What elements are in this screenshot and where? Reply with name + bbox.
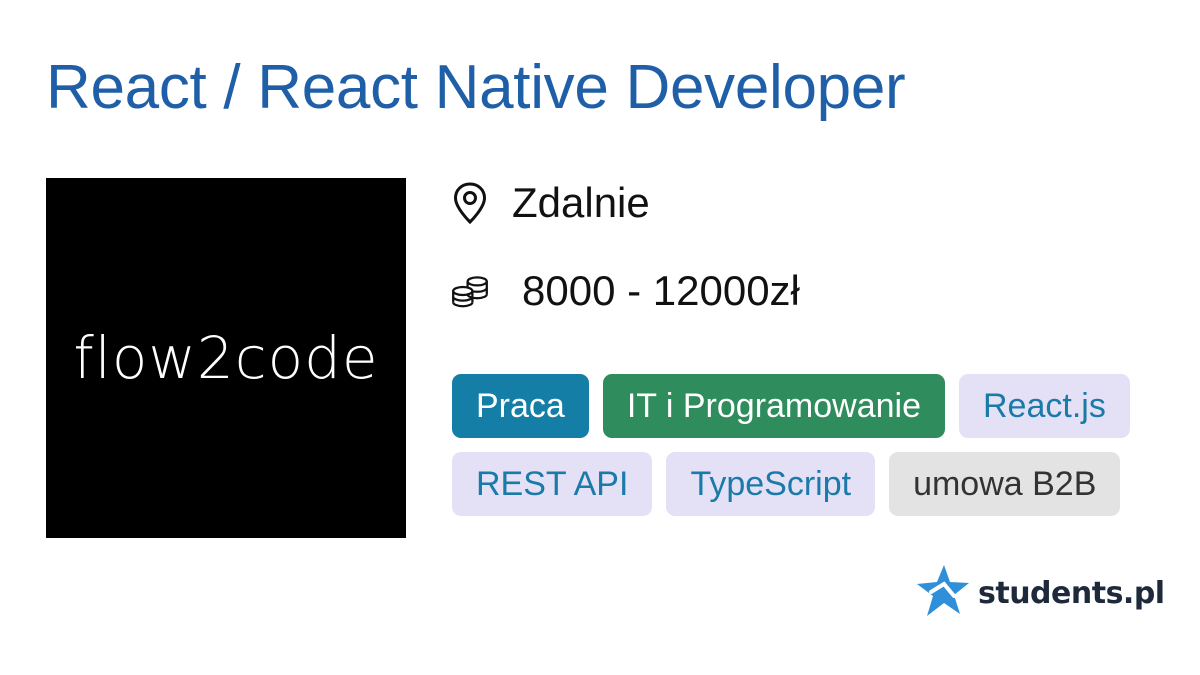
company-logo[interactable]: flow2code bbox=[46, 178, 406, 538]
tag-typescript[interactable]: TypeScript bbox=[666, 452, 876, 516]
brand-logo[interactable]: students.pl bbox=[914, 562, 1165, 625]
tag-react-js[interactable]: React.js bbox=[959, 374, 1130, 438]
tag-rest-api[interactable]: REST API bbox=[452, 452, 653, 516]
salary-row: 8000 - 12000zł bbox=[450, 266, 800, 316]
job-salary: 8000 - 12000zł bbox=[522, 267, 800, 314]
brand-name: students.pl bbox=[978, 576, 1165, 611]
location-row: Zdalnie bbox=[450, 178, 650, 228]
tag-it-programowanie[interactable]: IT i Programowanie bbox=[602, 374, 945, 438]
job-location: Zdalnie bbox=[512, 179, 650, 226]
tag-umowa-b2b[interactable]: umowa B2B bbox=[889, 452, 1121, 516]
job-title: React / React Native Developer bbox=[46, 53, 906, 122]
tag-list: Praca IT i Programowanie React.js REST A… bbox=[452, 374, 1172, 530]
map-pin-icon bbox=[450, 182, 490, 225]
company-logo-text: flow2code bbox=[73, 324, 379, 392]
coins-stack-icon bbox=[450, 271, 490, 311]
tag-praca[interactable]: Praca bbox=[452, 374, 589, 438]
star-icon bbox=[914, 562, 972, 625]
